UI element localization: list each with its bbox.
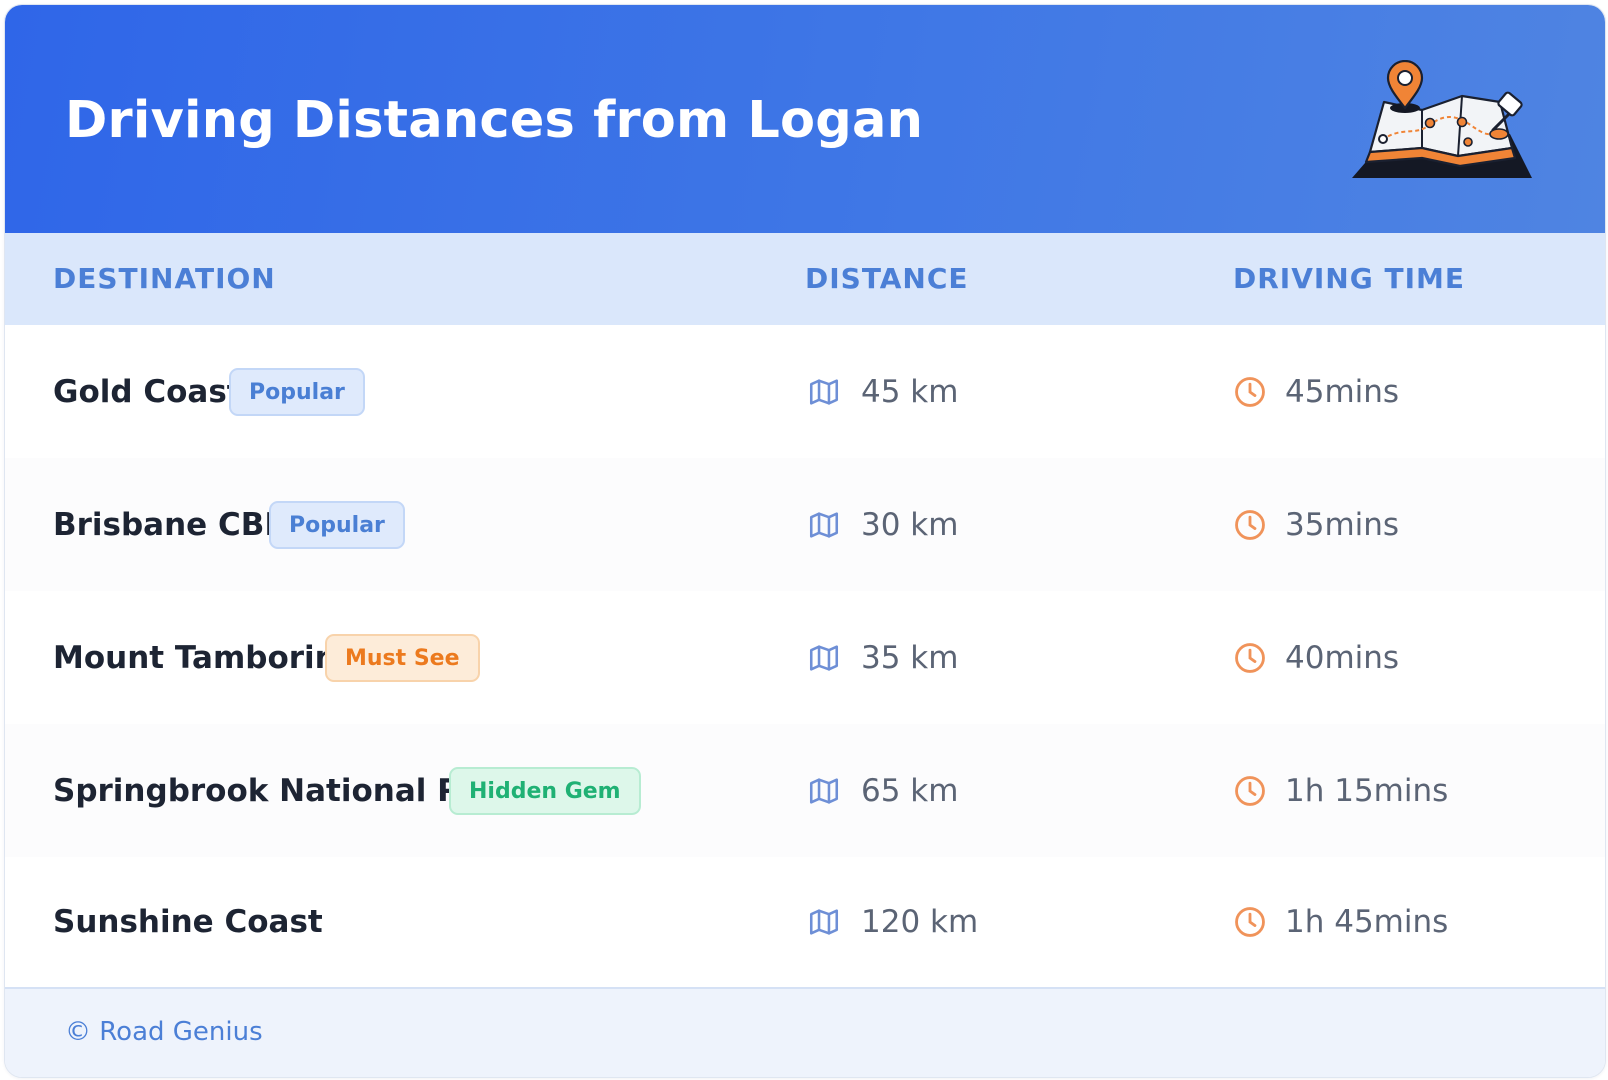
column-header-driving-time: DRIVING TIME [1233,262,1465,295]
map-with-pins-icon [1352,60,1532,178]
popular-badge: Popular [269,500,405,549]
driving-time-value: 45mins [1285,373,1400,410]
distance-value: 65 km [861,772,959,809]
table-row: Mount Tamborine Must See 35 km 40mins [5,591,1605,726]
map-icon [809,777,839,804]
driving-time-value: 1h 45mins [1285,904,1449,940]
distance-value: 120 km [861,904,979,940]
table-row: Brisbane CBD Popular 30 km 35mins [5,458,1605,593]
clock-icon [1235,376,1265,407]
card-footer: © Road Genius [5,987,1605,1077]
page-title: Driving Distances from Logan [65,91,924,150]
clock-icon [1235,642,1265,673]
table-header-row: DESTINATION DISTANCE DRIVING TIME [5,233,1605,327]
distance-value: 45 km [861,373,959,410]
distance-value: 30 km [861,506,959,543]
destination-name: Sunshine Coast [53,904,323,940]
map-icon [809,644,839,671]
map-icon [809,378,839,405]
clock-icon [1235,907,1265,937]
distance-card: Driving Distances from Logan DESTINATION… [4,4,1606,1078]
table-row: Sunshine Coast 120 km 1h 45mins [5,857,1605,987]
must-see-badge: Must See [325,633,480,682]
destination-name: Gold Coast [53,373,242,410]
table-row: Gold Coast Popular 45 km 45mins [5,325,1605,460]
clock-icon [1235,509,1265,540]
driving-time-value: 35mins [1285,506,1400,543]
column-header-distance: DISTANCE [805,262,969,295]
popular-badge: Popular [229,367,365,416]
column-header-destination: DESTINATION [53,262,276,295]
hidden-gem-badge: Hidden Gem [449,766,641,815]
destination-name: Brisbane CBD [53,506,291,543]
destination-name: Springbrook National Park [53,772,516,809]
driving-time-value: 1h 15mins [1285,772,1449,809]
destination-name: Mount Tamborine [53,639,358,676]
copyright-text: © Road Genius [65,1017,263,1047]
card-header: Driving Distances from Logan [5,5,1605,233]
map-icon [809,511,839,538]
clock-icon [1235,775,1265,806]
map-icon [809,909,839,935]
table-row: Springbrook National Park Hidden Gem 65 … [5,724,1605,859]
distance-value: 35 km [861,639,959,676]
driving-time-value: 40mins [1285,639,1400,676]
